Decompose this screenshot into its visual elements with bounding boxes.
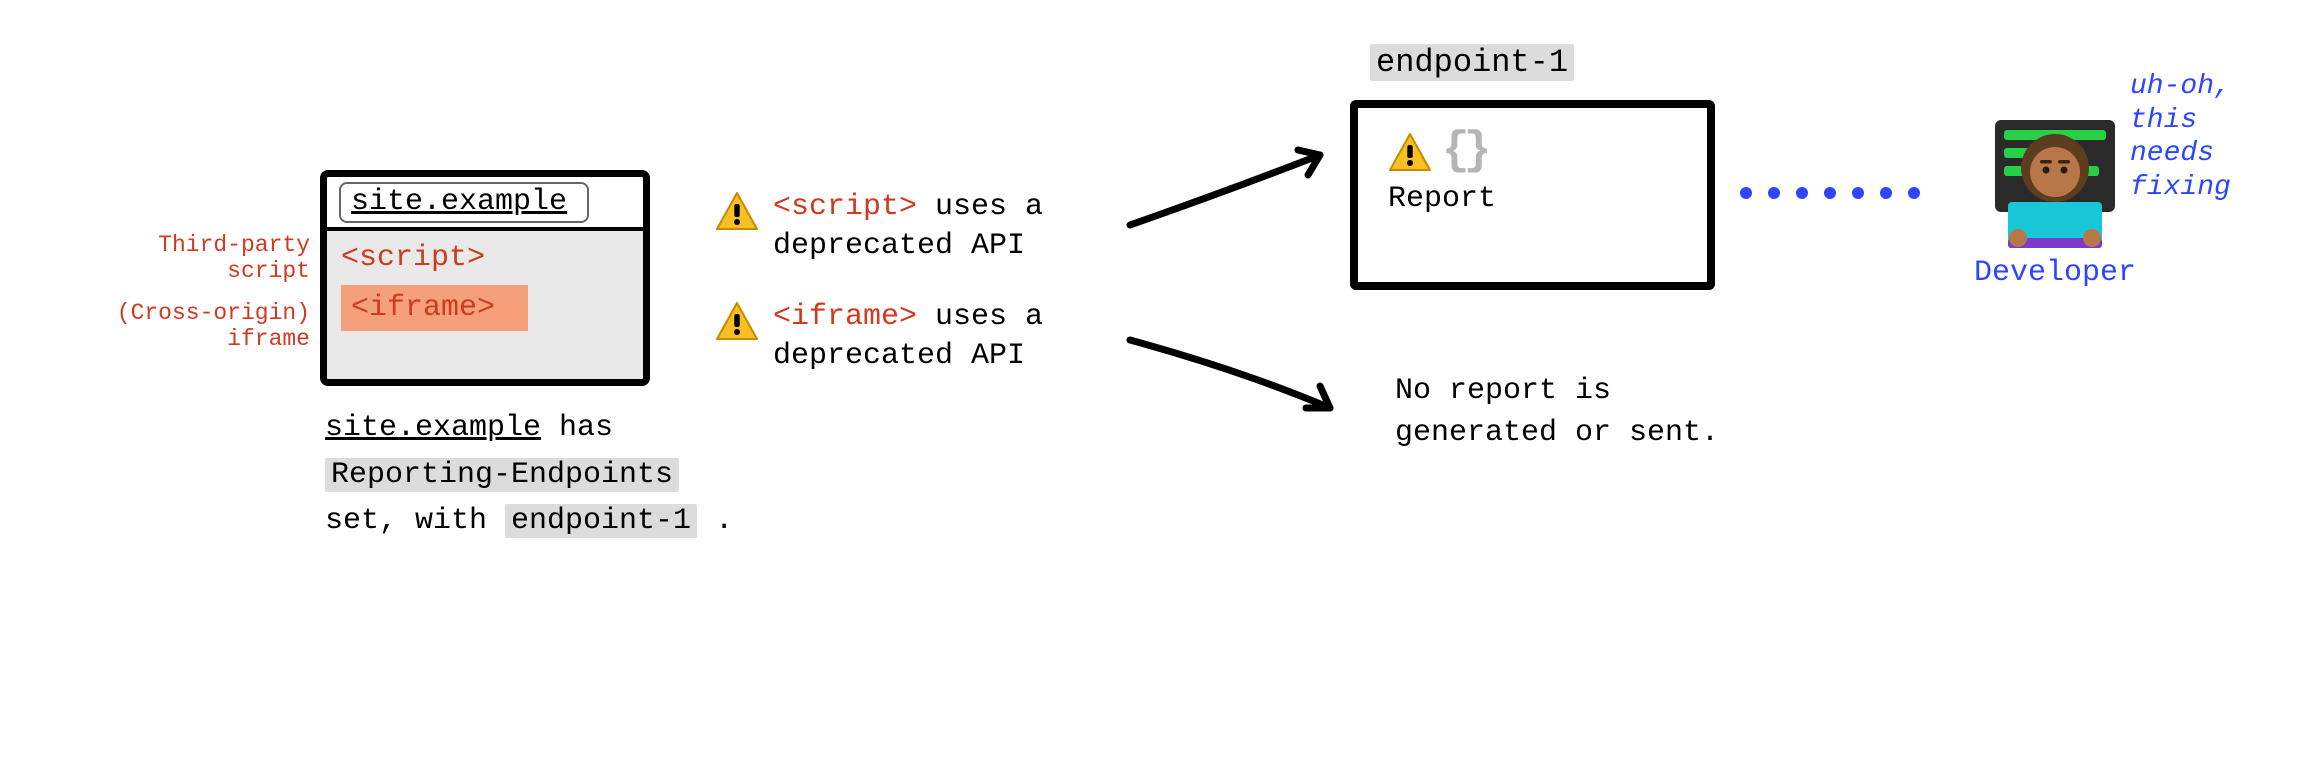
warning-iframe-code: <iframe> <box>773 300 917 334</box>
developer: Developer <box>1955 110 2155 290</box>
caption-site: site.example <box>325 411 541 445</box>
warning-script: <script> uses adeprecated API <box>715 188 1145 266</box>
warning-iframe: <iframe> uses adeprecated API <box>715 298 1145 376</box>
developer-label: Developer <box>1955 256 2155 290</box>
browser-url: site.example <box>339 182 589 223</box>
braces-icon: {} <box>1442 128 1485 174</box>
endpoint-box: {} Report <box>1350 100 1715 290</box>
developer-avatar-icon <box>1955 110 2155 250</box>
developer-thought: uh-oh,thisneedsfixing <box>2130 70 2290 204</box>
caption-period: . <box>697 504 733 538</box>
browser-window: site.example <script> <iframe> <box>320 170 650 386</box>
caption-endpoint-badge: endpoint-1 <box>505 504 697 538</box>
browser-caption: site.example has Reporting-Endpoints set… <box>325 405 795 545</box>
side-label-third-party: Third-partyscript <box>90 232 310 285</box>
warning-icon <box>1388 131 1432 173</box>
warning-icon <box>715 300 759 342</box>
script-tag: <script> <box>341 241 629 275</box>
endpoint-title: endpoint-1 <box>1370 44 1574 81</box>
caption-setwith: set, with <box>325 504 505 538</box>
browser-chrome: site.example <box>327 177 643 231</box>
arrow-up <box>1120 140 1350 235</box>
arrow-down <box>1120 330 1360 425</box>
warning-icon <box>715 190 759 232</box>
browser-body: <script> <iframe> <box>327 231 643 345</box>
no-report-text: No report isgenerated or sent. <box>1395 370 1719 454</box>
endpoint-title-text: endpoint-1 <box>1370 44 1574 81</box>
iframe-box: <iframe> <box>341 285 528 331</box>
warning-script-code: <script> <box>773 190 917 224</box>
caption-header-badge: Reporting-Endpoints <box>325 458 679 492</box>
side-label-cross-origin: (Cross-origin)iframe <box>90 300 310 353</box>
report-label: Report <box>1388 182 1685 216</box>
dotted-connector <box>1740 175 1940 195</box>
caption-has: has <box>541 411 613 445</box>
iframe-tag: <iframe> <box>351 291 495 325</box>
